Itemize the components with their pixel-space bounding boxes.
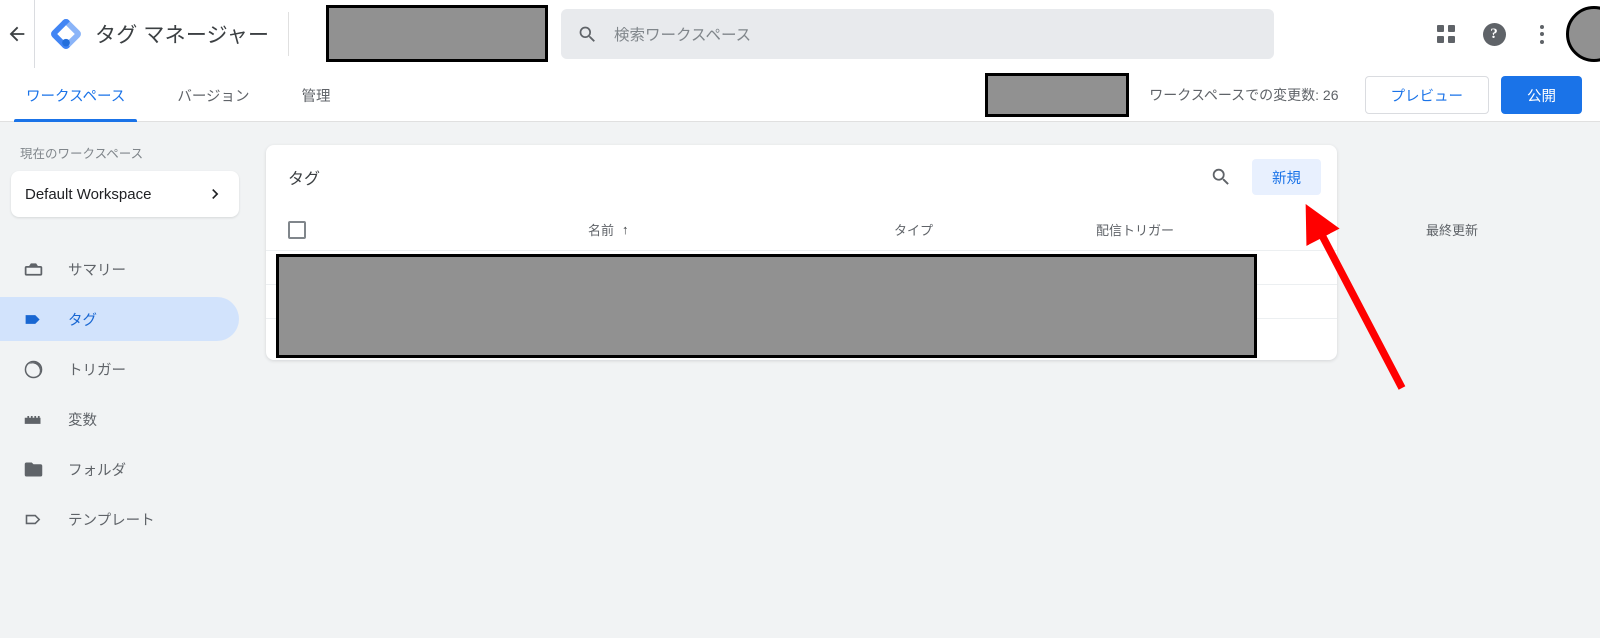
variable-icon xyxy=(22,408,44,430)
sidebar-item-templates[interactable]: テンプレート xyxy=(0,497,239,541)
more-vert-icon xyxy=(1540,24,1544,44)
column-header-updated[interactable]: 最終更新 xyxy=(1426,220,1478,239)
apps-button[interactable] xyxy=(1422,10,1470,58)
workspace-name: Default Workspace xyxy=(25,185,152,203)
avatar[interactable] xyxy=(1566,6,1600,62)
arrow-left-icon xyxy=(9,26,25,42)
apps-grid-icon xyxy=(1437,25,1455,43)
summary-icon xyxy=(22,258,44,280)
search-icon xyxy=(1212,168,1229,185)
header-actions: ? xyxy=(1422,0,1600,68)
sidebar: 現在のワークスペース Default Workspace サマリー タグ トリガ… xyxy=(0,123,250,638)
column-header-trigger[interactable]: 配信トリガー xyxy=(1096,220,1174,239)
template-icon xyxy=(22,508,44,530)
table-header-row: 名前 ↑ タイプ 配信トリガー 最終更新 xyxy=(266,209,1478,251)
new-tag-button[interactable]: 新規 xyxy=(1252,159,1321,195)
folder-icon xyxy=(22,458,44,480)
workspace-search-input[interactable]: 検索ワークスペース xyxy=(561,9,1274,59)
sidebar-nav: サマリー タグ トリガー 変数 フォルダ テンプレート xyxy=(0,247,250,541)
tag-manager-logo xyxy=(51,19,81,49)
tab-versions[interactable]: バージョン xyxy=(155,68,271,122)
tab-versions-label: バージョン xyxy=(177,88,250,105)
column-header-type[interactable]: タイプ xyxy=(894,220,933,239)
help-button[interactable]: ? xyxy=(1470,10,1518,58)
help-icon: ? xyxy=(1482,22,1506,46)
sidebar-item-tags[interactable]: タグ xyxy=(0,297,239,341)
back-button[interactable] xyxy=(0,0,34,68)
preview-button[interactable]: プレビュー xyxy=(1364,76,1489,114)
tab-bar: ワークスペース バージョン 管理 ワークスペースでの変更数: 26 プレビュー … xyxy=(0,68,1600,122)
sidebar-item-triggers[interactable]: トリガー xyxy=(0,347,239,391)
tab-bar-actions: ワークスペースでの変更数: 26 プレビュー 公開 xyxy=(985,68,1582,122)
tab-admin[interactable]: 管理 xyxy=(280,68,353,122)
redacted-container-id xyxy=(985,73,1130,117)
brand-divider xyxy=(288,12,290,56)
publish-button[interactable]: 公開 xyxy=(1501,76,1582,114)
select-all-checkbox[interactable] xyxy=(288,220,306,239)
sidebar-item-summary[interactable]: サマリー xyxy=(0,247,239,291)
sidebar-item-variables-label: 変数 xyxy=(68,412,97,429)
tag-manager-app: タグ マネージャー 検索ワークスペース ? ワークスペース バージョン 管理 ワ… xyxy=(0,0,1600,638)
sidebar-item-variables[interactable]: 変数 xyxy=(0,397,239,441)
sidebar-item-triggers-label: トリガー xyxy=(68,362,126,379)
trigger-icon xyxy=(22,358,44,380)
sort-ascending-icon: ↑ xyxy=(622,222,629,237)
app-title: タグ マネージャー xyxy=(95,24,270,47)
workspace-changes-count: ワークスペースでの変更数: 26 xyxy=(1149,87,1339,103)
sidebar-item-tags-label: タグ xyxy=(68,312,97,329)
sidebar-item-folders[interactable]: フォルダ xyxy=(0,447,239,491)
sidebar-item-templates-label: テンプレート xyxy=(68,512,155,529)
brand[interactable]: タグ マネージャー xyxy=(35,17,269,51)
page-title: タグ xyxy=(288,171,321,188)
tag-icon xyxy=(22,308,44,330)
sidebar-item-summary-label: サマリー xyxy=(68,262,126,279)
app-header: タグ マネージャー 検索ワークスペース ? xyxy=(0,0,1600,68)
chevron-right-icon xyxy=(205,184,225,204)
tags-search-button[interactable] xyxy=(1200,156,1242,198)
tab-workspace[interactable]: ワークスペース xyxy=(4,68,147,122)
redacted-account-name xyxy=(326,5,548,62)
more-options-button[interactable] xyxy=(1518,10,1566,58)
tags-card-header: タグ 新規 xyxy=(266,145,1337,209)
current-workspace-label: 現在のワークスペース xyxy=(20,147,144,161)
column-header-name[interactable]: 名前 ↑ xyxy=(588,220,629,239)
search-placeholder: 検索ワークスペース xyxy=(614,27,752,44)
tab-list: ワークスペース バージョン 管理 xyxy=(0,68,357,122)
search-icon xyxy=(577,24,598,45)
sidebar-item-folders-label: フォルダ xyxy=(68,462,126,479)
redacted-tag-rows xyxy=(276,254,1257,358)
tab-workspace-label: ワークスペース xyxy=(26,88,126,105)
tab-admin-label: 管理 xyxy=(301,88,331,105)
workspace-selector[interactable]: Default Workspace xyxy=(11,171,239,217)
column-header-name-label: 名前 xyxy=(588,223,615,238)
